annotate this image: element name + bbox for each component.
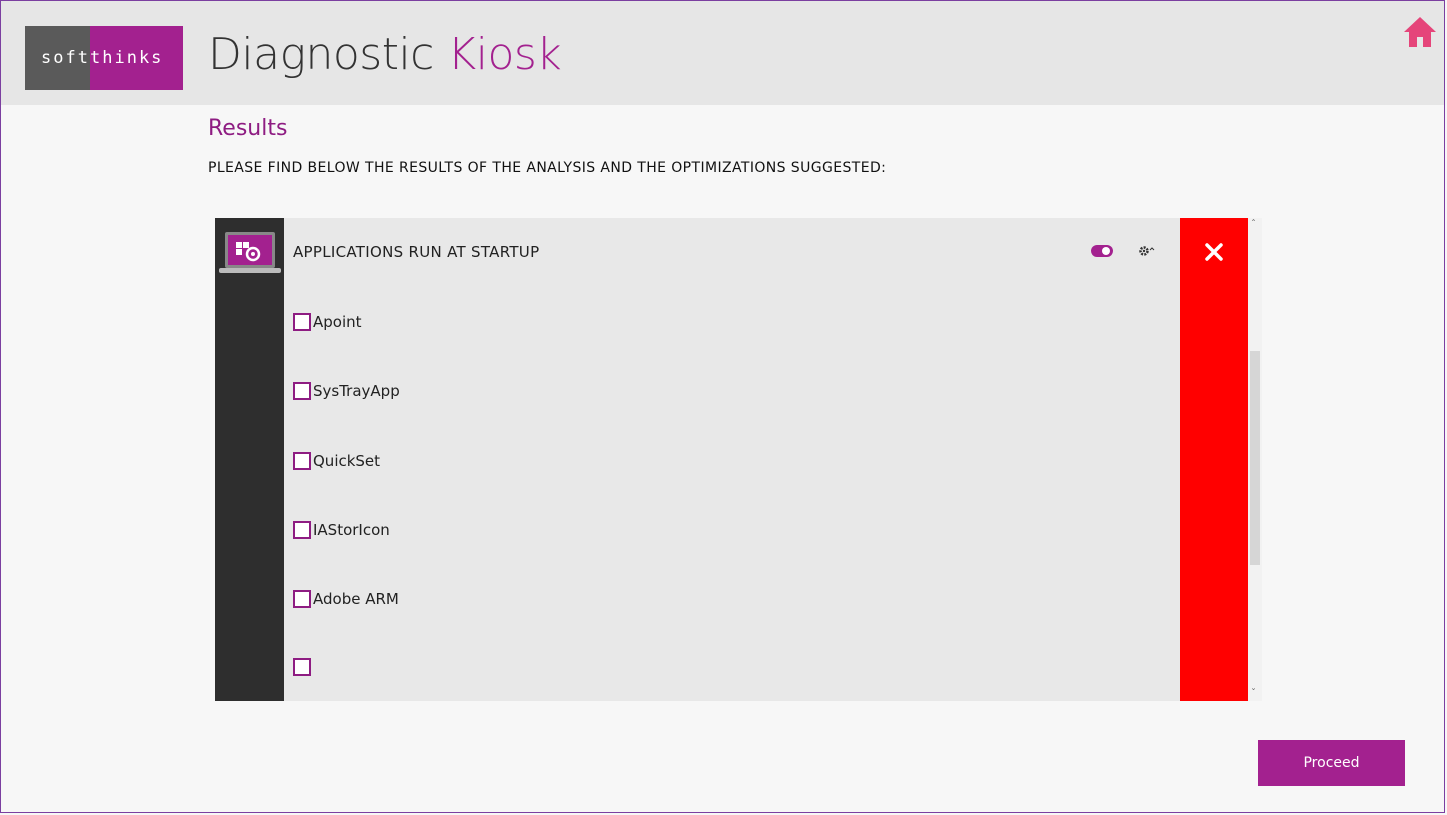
logo-soft: soft [25, 26, 90, 90]
item-label: QuickSet [313, 452, 381, 470]
checkbox[interactable] [293, 658, 311, 676]
softthinks-logo: soft thinks [25, 26, 183, 90]
checkbox[interactable] [293, 452, 311, 470]
proceed-button[interactable]: Proceed [1258, 740, 1405, 786]
list-item[interactable]: QuickSet [293, 450, 380, 472]
item-label: Apoint [313, 313, 362, 331]
item-label: Adobe ARM [313, 590, 399, 608]
status-fail-indicator [1180, 218, 1248, 701]
list-item[interactable]: IAStorIcon [293, 519, 390, 541]
app-title-main: Diagnostic [208, 29, 434, 80]
logo-thinks: thinks [90, 26, 183, 90]
checkbox[interactable] [293, 521, 311, 539]
page-subtitle: PLEASE FIND BELOW THE RESULTS OF THE ANA… [208, 160, 887, 176]
results-panel: APPLICATIONS RUN AT STARTUP Apoint SysTr… [215, 218, 1262, 701]
item-label: SysTrayApp [313, 382, 400, 400]
close-icon[interactable] [1204, 242, 1224, 262]
scroll-up-arrow-icon[interactable]: ˆ [1251, 220, 1256, 230]
app-title: Diagnostic Kiosk [208, 29, 562, 80]
scroll-down-arrow-icon[interactable]: ˇ [1251, 689, 1256, 699]
page-title: Results [208, 116, 288, 141]
checkbox[interactable] [293, 590, 311, 608]
laptop-settings-icon [219, 232, 281, 273]
gear-icon[interactable] [1137, 243, 1155, 259]
category-sidebar [215, 218, 284, 701]
checkbox[interactable] [293, 382, 311, 400]
list-item[interactable]: Apoint [293, 311, 362, 333]
app-title-accent: Kiosk [447, 29, 562, 80]
list-item[interactable] [293, 656, 313, 678]
panel-heading: APPLICATIONS RUN AT STARTUP [293, 243, 540, 261]
item-label: IAStorIcon [313, 521, 390, 539]
list-item[interactable]: Adobe ARM [293, 588, 399, 610]
scrollbar-thumb[interactable] [1250, 351, 1260, 565]
list-item[interactable]: SysTrayApp [293, 380, 400, 402]
header-bar: soft thinks Diagnostic Kiosk [1, 1, 1444, 105]
scrollbar[interactable]: ˆ ˇ [1248, 218, 1262, 701]
checkbox[interactable] [293, 313, 311, 331]
optimize-toggle[interactable] [1091, 245, 1113, 257]
home-icon[interactable] [1403, 16, 1437, 48]
results-content: APPLICATIONS RUN AT STARTUP Apoint SysTr… [284, 218, 1180, 701]
